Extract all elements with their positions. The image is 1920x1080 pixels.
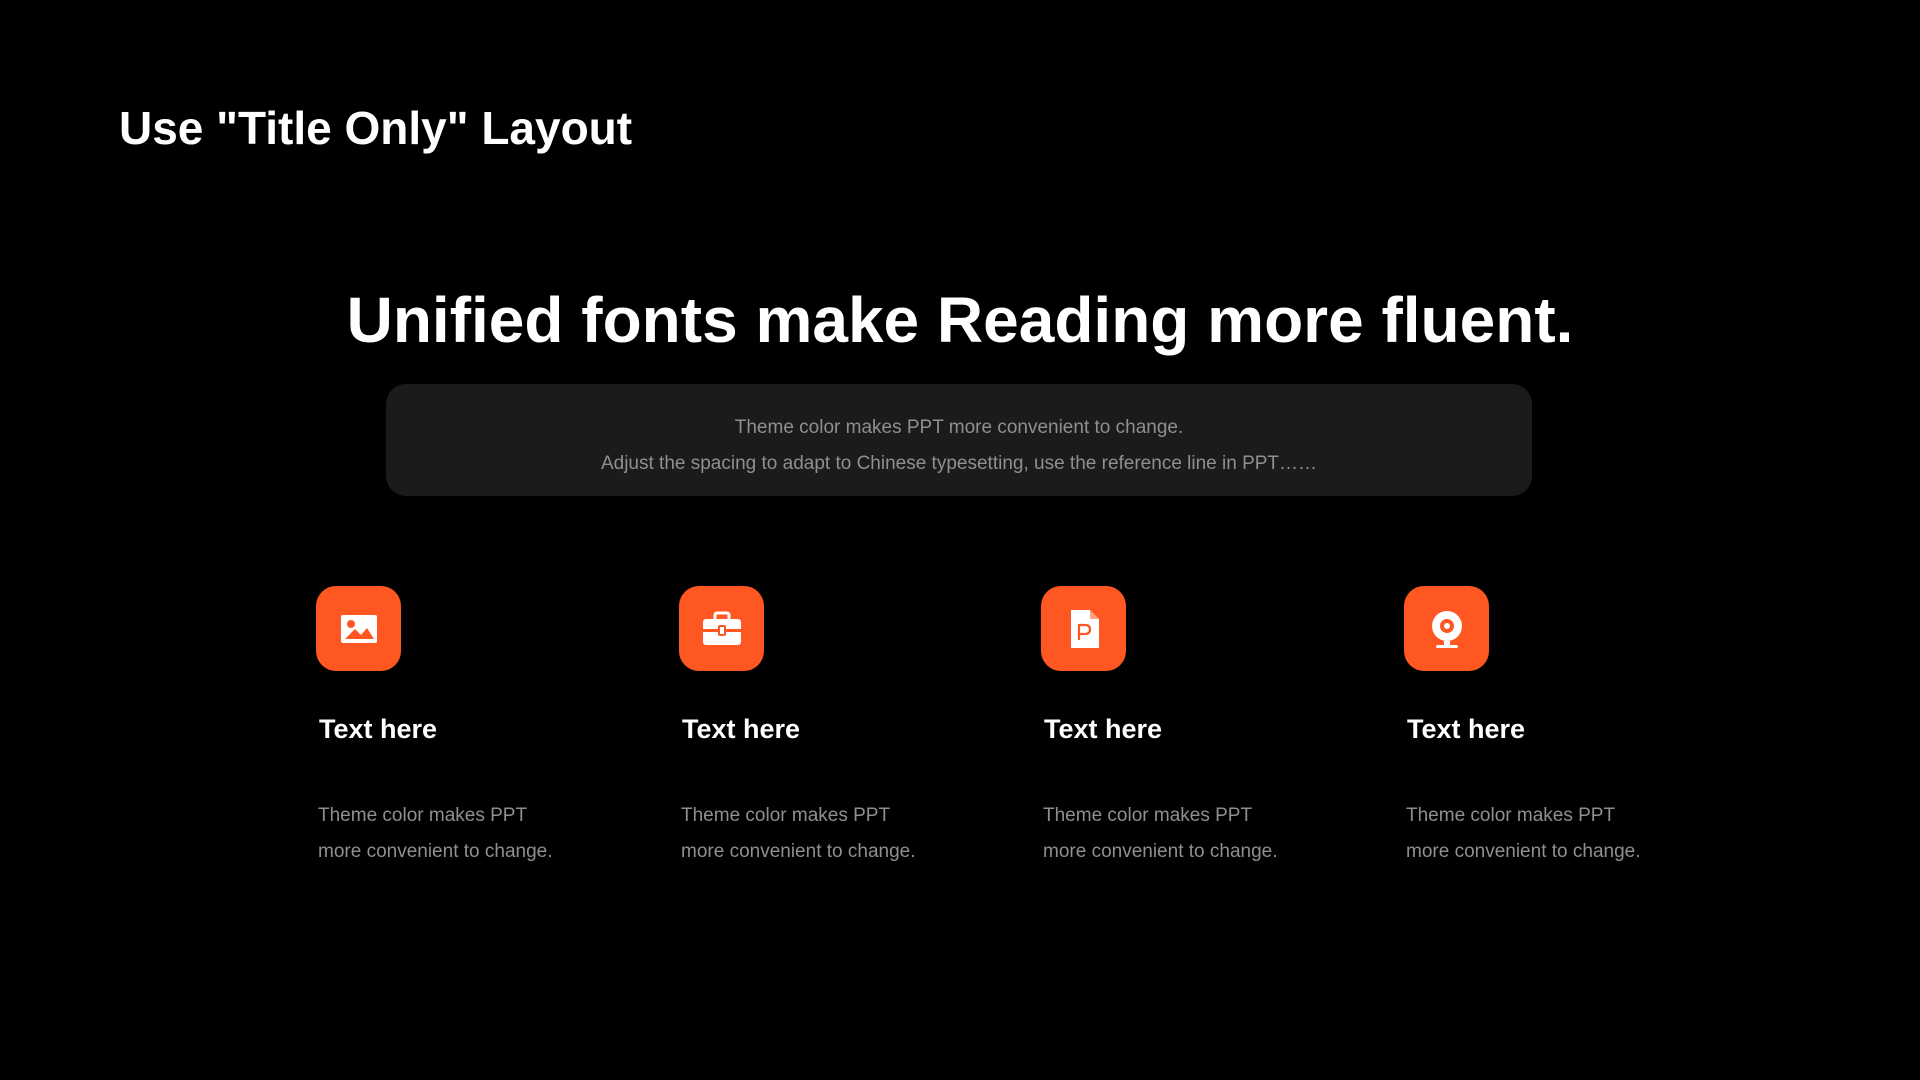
feature-desc-line: Theme color makes PPT [318,805,528,826]
subtitle-box: Theme color makes PPT more convenient to… [386,384,1532,496]
feature-title: Text here [1044,714,1163,744]
feature-desc-line: Theme color makes PPT [681,805,891,826]
slide-title: Use "Title Only" Layout [119,102,633,154]
feature-desc-line: more convenient to change. [681,841,916,862]
feature-item-4: Text here Theme color makes PPT more con… [1404,586,1704,870]
feature-title: Text here [682,714,801,744]
feature-desc-line: Theme color makes PPT [1043,805,1253,826]
feature-title: Text here [319,714,438,744]
subtitle-line: Adjust the spacing to adapt to Chinese t… [600,453,1318,474]
briefcase-icon [679,586,764,671]
subtitle-line: Theme color makes PPT more convenient to… [734,417,1184,438]
ppt-file-icon [1041,586,1126,671]
feature-desc: Theme color makes PPT more convenient to… [1406,798,1704,870]
feature-item-3: Text here Theme color makes PPT more con… [1041,586,1341,870]
feature-desc: Theme color makes PPT more convenient to… [681,798,979,870]
headline: Unified fonts make Reading more fluent. [346,284,1574,356]
webcam-icon [1404,586,1489,671]
image-icon [316,586,401,671]
feature-item-2: Text here Theme color makes PPT more con… [679,586,979,870]
feature-desc-line: Theme color makes PPT [1406,805,1616,826]
feature-desc-line: more convenient to change. [1406,841,1641,862]
feature-desc: Theme color makes PPT more convenient to… [1043,798,1341,870]
feature-desc-line: more convenient to change. [318,841,553,862]
feature-item-1: Text here Theme color makes PPT more con… [316,586,616,870]
feature-desc: Theme color makes PPT more convenient to… [318,798,616,870]
feature-title: Text here [1407,714,1526,744]
feature-desc-line: more convenient to change. [1043,841,1278,862]
